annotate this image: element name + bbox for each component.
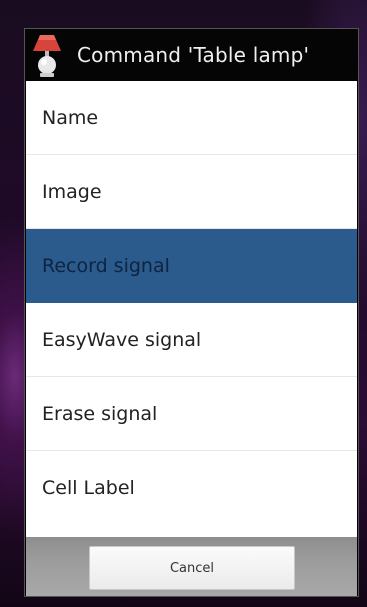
menu-item-label: EasyWave signal [42, 328, 202, 351]
menu-item-name[interactable]: Name [26, 81, 357, 155]
menu-item-label: Cell Label [42, 477, 135, 499]
menu-item-image[interactable]: Image [26, 155, 357, 229]
command-menu: Name Image Record signal EasyWave signal… [26, 81, 357, 537]
menu-item-erase-signal[interactable]: Erase signal [26, 377, 357, 451]
cancel-button[interactable]: Cancel [89, 546, 295, 590]
dialog-title: Command 'Table lamp' [77, 43, 310, 67]
menu-item-record-signal[interactable]: Record signal [26, 229, 357, 303]
menu-item-label: Name [42, 106, 99, 129]
dialog-title-bar: Command 'Table lamp' [25, 29, 358, 81]
menu-item-label: Image [42, 180, 102, 203]
table-lamp-icon [27, 31, 67, 79]
command-dialog: Command 'Table lamp' Name Image Record s… [24, 28, 359, 597]
dialog-footer: Cancel [26, 537, 357, 596]
menu-item-label: Record signal [42, 254, 170, 277]
screen: Command 'Table lamp' Name Image Record s… [0, 0, 367, 607]
menu-item-cell-label[interactable]: Cell Label [26, 451, 357, 525]
menu-item-easywave-signal[interactable]: EasyWave signal [26, 303, 357, 377]
menu-item-label: Erase signal [42, 402, 158, 425]
